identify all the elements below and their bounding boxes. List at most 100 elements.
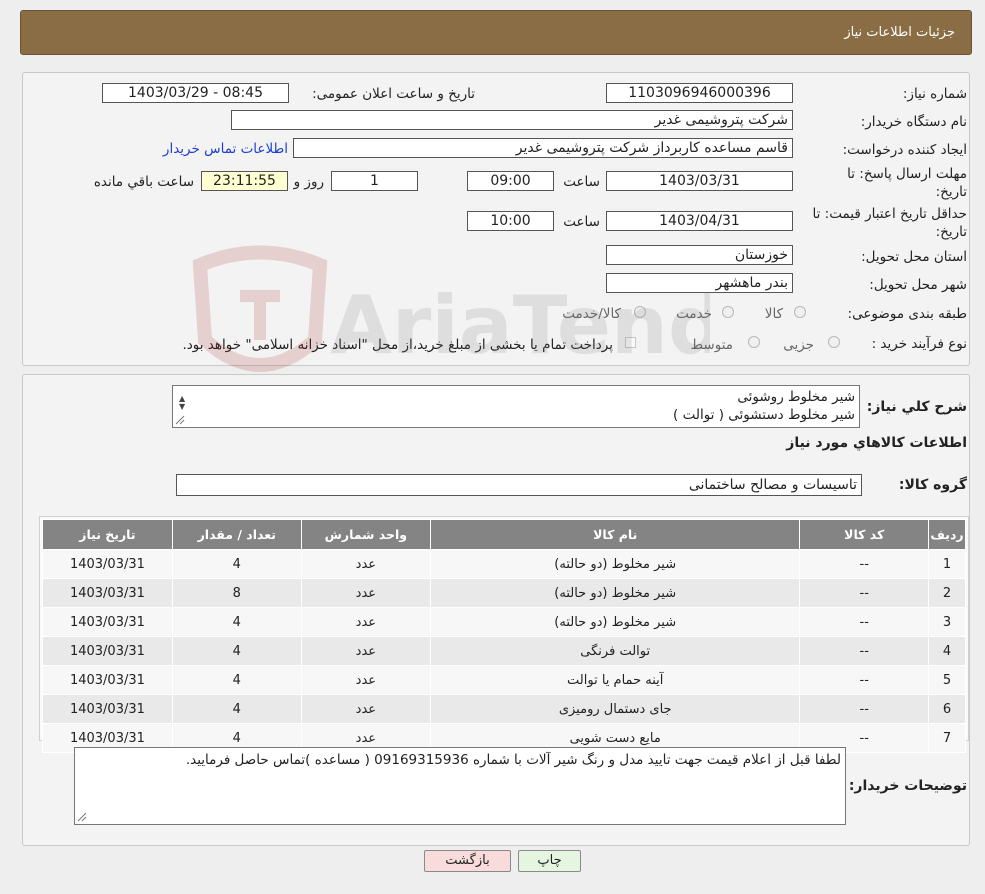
cell-row-number: 4 <box>928 636 966 666</box>
goods-group-field: تاسیسات و مصالح ساختمانی <box>176 474 862 496</box>
cell-code: -- <box>799 607 930 637</box>
cell-need-date: 1403/03/31 <box>42 607 173 637</box>
cell-unit: عدد <box>300 549 431 579</box>
need-number-label: شماره نیاز: <box>902 86 967 102</box>
col-header-quantity: تعداد / مقدار <box>171 519 302 550</box>
goods-table-body: 1 -- شیر مخلوط (دو حالته) عدد 4 1403/03/31 2 --… <box>42 549 966 753</box>
table-row: 6 -- جای دستمال رومیزی عدد 4 1403/03/31 <box>42 694 966 724</box>
table-row: 3 -- شیر مخلوط (دو حالته) عدد 4 1403/03/31 <box>42 607 966 637</box>
cell-quantity: 4 <box>171 549 302 579</box>
deadline-date-field: 1403/03/31 <box>606 171 793 191</box>
buyer-notes-text: لطفا قبل از اعلام قیمت جهت تایید مدل و ر… <box>185 752 841 768</box>
buyer-org-label: نام دستگاه خریدار: <box>860 114 967 130</box>
category-service-label: خدمت <box>676 306 712 322</box>
cell-row-number: 1 <box>928 549 966 579</box>
resize-handle-icon[interactable] <box>175 415 185 425</box>
category-label: طبقه بندی موضوعی: <box>847 306 967 322</box>
resize-handle-icon[interactable] <box>77 812 87 822</box>
deadline-time-field: 09:00 <box>467 171 554 191</box>
scroll-down-arrow-icon[interactable]: ▼ <box>179 398 185 416</box>
province-label: استان محل تحویل: <box>861 249 967 265</box>
cell-unit: عدد <box>300 607 431 637</box>
creator-field: قاسم مساعده کاربرداز شرکت پتروشیمی غدیر <box>293 138 793 158</box>
col-header-unit: واحد شمارش <box>300 519 431 550</box>
summary-line-1: شیر مخلوط روشوئی <box>737 389 855 405</box>
validity-time-field: 10:00 <box>467 211 554 231</box>
validity-label-1: حداقل تاریخ اعتبار قیمت: تا <box>812 206 967 222</box>
validity-time-label: ساعت <box>563 214 600 230</box>
deadline-time-label: ساعت <box>563 174 600 190</box>
announce-datetime-label: تاریخ و ساعت اعلان عمومی: <box>312 86 475 102</box>
cell-code: -- <box>799 694 930 724</box>
cell-quantity: 4 <box>171 665 302 695</box>
col-header-need-date: تاریخ نیاز <box>42 519 173 550</box>
cell-row-number: 3 <box>928 607 966 637</box>
category-service-radio[interactable] <box>722 306 734 318</box>
cell-name: شیر مخلوط (دو حالته) <box>429 578 801 608</box>
deadline-label-1: مهلت ارسال پاسخ: تا <box>847 166 967 182</box>
goods-table: ردیف کد کالا نام کالا واحد شمارش تعداد /… <box>42 519 966 753</box>
cell-need-date: 1403/03/31 <box>42 665 173 695</box>
page-header: جزئیات اطلاعات نیاز <box>20 10 972 55</box>
category-goods-radio[interactable] <box>794 306 806 318</box>
remaining-time-label: ساعت باقي مانده <box>93 174 194 190</box>
back-button[interactable]: بازگشت <box>424 850 511 872</box>
category-goods-service-label: کالا/خدمت <box>562 306 621 322</box>
goods-table-frame: ردیف کد کالا نام کالا واحد شمارش تعداد /… <box>39 516 969 753</box>
cell-quantity: 8 <box>171 578 302 608</box>
table-row: 4 -- توالت فرنگی عدد 4 1403/03/31 <box>42 636 966 666</box>
summary-line-2: شیر مخلوط دستشوئی ( توالت ) <box>673 407 855 423</box>
days-label: روز و <box>293 174 324 190</box>
table-header-row: ردیف کد کالا نام کالا واحد شمارش تعداد /… <box>42 519 966 550</box>
cell-row-number: 2 <box>928 578 966 608</box>
print-button[interactable]: چاپ <box>518 850 581 872</box>
table-row: 1 -- شیر مخلوط (دو حالته) عدد 4 1403/03/31 <box>42 549 966 579</box>
cell-name: شیر مخلوط (دو حالته) <box>429 549 801 579</box>
cell-row-number: 5 <box>928 665 966 695</box>
buyer-notes-label: توضیحات خریدار: <box>848 778 967 794</box>
deadline-label-2: تاریخ: <box>935 184 967 200</box>
summary-textarea[interactable]: شیر مخلوط روشوئی شیر مخلوط دستشوئی ( توا… <box>172 385 860 428</box>
city-label: شهر محل تحویل: <box>869 277 967 293</box>
creator-label: ایجاد کننده درخواست: <box>842 142 967 158</box>
process-medium-radio[interactable] <box>748 336 760 348</box>
page-title: جزئیات اطلاعات نیاز <box>844 25 955 40</box>
table-row: 2 -- شیر مخلوط (دو حالته) عدد 8 1403/03/31 <box>42 578 966 608</box>
category-goods-label: کالا <box>764 306 783 322</box>
cell-code: -- <box>799 578 930 608</box>
goods-group-label: گروه کالا: <box>898 477 967 493</box>
col-header-row-number: ردیف <box>928 519 966 550</box>
validity-date-field: 1403/04/31 <box>606 211 793 231</box>
cell-unit: عدد <box>300 694 431 724</box>
cell-name: آینه حمام یا توالت <box>429 665 801 695</box>
col-header-code: کد کالا <box>799 519 930 550</box>
province-field: خوزستان <box>606 245 793 265</box>
cell-quantity: 4 <box>171 636 302 666</box>
validity-label-2: تاریخ: <box>935 224 967 240</box>
buyer-notes-textarea[interactable]: لطفا قبل از اعلام قیمت جهت تایید مدل و ر… <box>74 747 846 825</box>
category-goods-service-radio[interactable] <box>634 306 646 318</box>
cell-unit: عدد <box>300 636 431 666</box>
cell-name: جای دستمال رومیزی <box>429 694 801 724</box>
announce-datetime-field: 1403/03/29 - 08:45 <box>102 83 289 103</box>
treasury-payment-checkbox[interactable] <box>625 337 636 348</box>
cell-quantity: 4 <box>171 607 302 637</box>
cell-code: -- <box>799 636 930 666</box>
cell-code: -- <box>799 549 930 579</box>
process-minor-radio[interactable] <box>828 336 840 348</box>
cell-quantity: 4 <box>171 694 302 724</box>
cell-unit: عدد <box>300 665 431 695</box>
cell-code: -- <box>799 665 930 695</box>
goods-info-title: اطلاعات کالاهاي مورد نياز <box>786 435 967 451</box>
summary-label: شرح کلي نياز: <box>866 399 967 415</box>
cell-row-number: 6 <box>928 694 966 724</box>
remaining-time-field: 23:11:55 <box>201 171 288 191</box>
cell-need-date: 1403/03/31 <box>42 636 173 666</box>
cell-name: توالت فرنگی <box>429 636 801 666</box>
table-row: 5 -- آینه حمام یا توالت عدد 4 1403/03/31 <box>42 665 966 695</box>
buyer-contact-link[interactable]: اطلاعات تماس خریدار <box>163 141 288 157</box>
treasury-payment-note: پرداخت تمام یا بخشی از مبلغ خرید،از محل … <box>182 337 613 353</box>
cell-need-date: 1403/03/31 <box>42 549 173 579</box>
cell-unit: عدد <box>300 578 431 608</box>
need-number-field: 1103096946000396 <box>606 83 793 103</box>
